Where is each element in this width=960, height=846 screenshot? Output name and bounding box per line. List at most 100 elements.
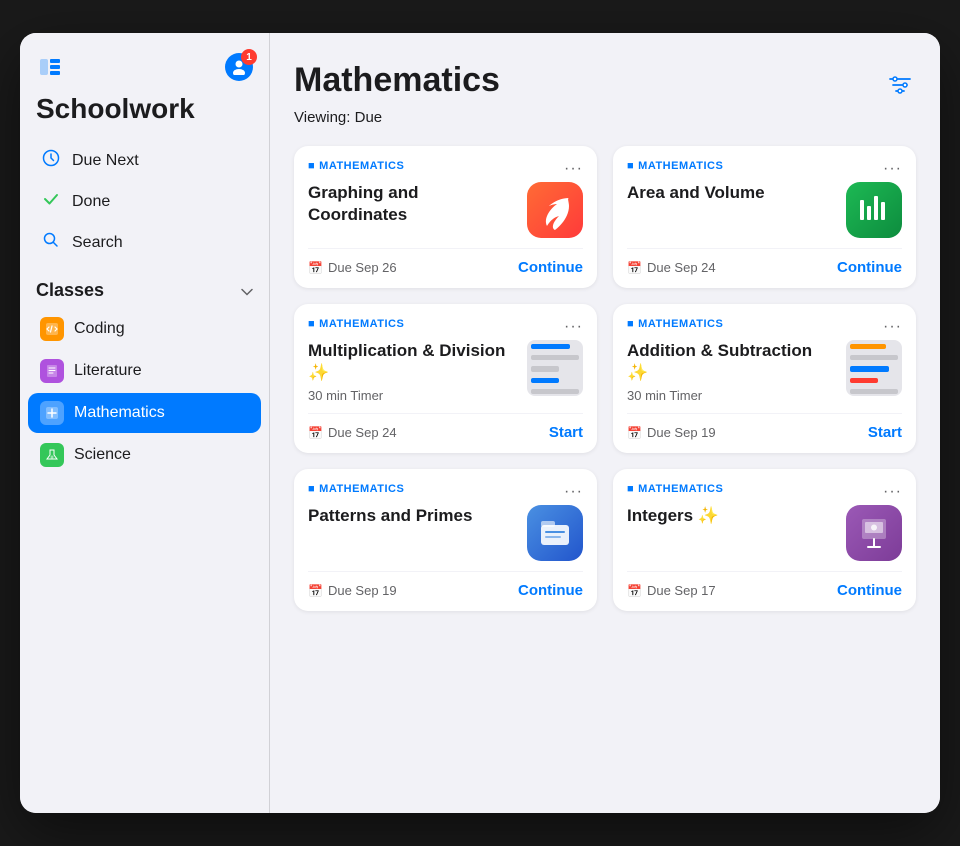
sidebar-item-coding[interactable]: Coding: [28, 309, 261, 349]
card-more-button[interactable]: ···: [564, 483, 583, 501]
card-info: Patterns and Primes: [308, 505, 517, 531]
thumbnail-line: [850, 366, 889, 371]
numbers-app-icon: [846, 182, 902, 238]
calendar-icon: 📅: [627, 261, 642, 275]
card-info: Multiplication & Division ✨ 30 min Timer: [308, 340, 517, 403]
filter-button[interactable]: [884, 69, 916, 101]
main-content: Mathematics Viewing: Due ■: [270, 33, 940, 813]
card-graphing-coordinates: ■ MATHEMATICS ··· Graphing and Coordinat…: [294, 146, 597, 288]
card-header: ■ MATHEMATICS ···: [308, 318, 583, 336]
calendar-icon: 📅: [308, 584, 323, 598]
card-info: Graphing and Coordinates: [308, 182, 517, 230]
calendar-icon: 📅: [308, 426, 323, 440]
mathematics-class-icon: [40, 401, 64, 425]
start-button[interactable]: Start: [549, 424, 583, 441]
card-subject-label: ■ MATHEMATICS: [308, 160, 404, 172]
sidebar-item-due-next[interactable]: Due Next: [28, 141, 261, 180]
science-label: Science: [74, 446, 131, 464]
cards-grid: ■ MATHEMATICS ··· Graphing and Coordinat…: [294, 146, 916, 611]
done-label: Done: [72, 193, 110, 211]
thumbnail-line: [531, 389, 579, 394]
due-date: 📅 Due Sep 19: [627, 425, 716, 440]
sidebar-item-done[interactable]: Done: [28, 182, 261, 221]
sidebar-nav: Due Next Done Search: [20, 141, 269, 264]
card-footer: 📅 Due Sep 17 Continue: [627, 571, 902, 599]
thumbnail-line: [531, 355, 579, 360]
card-body: Patterns and Primes: [308, 505, 583, 561]
thumbnail-line: [850, 378, 878, 383]
card-label-icon: ■: [627, 318, 634, 330]
start-button[interactable]: Start: [868, 424, 902, 441]
card-header: ■ MATHEMATICS ···: [627, 160, 902, 178]
sidebar-item-search[interactable]: Search: [28, 223, 261, 262]
card-title: Area and Volume: [627, 182, 836, 204]
card-footer: 📅 Due Sep 24 Start: [308, 413, 583, 441]
card-info: Area and Volume: [627, 182, 836, 208]
sidebar-toggle-button[interactable]: [36, 53, 64, 81]
notification-badge: 1: [241, 49, 257, 65]
card-footer: 📅 Due Sep 19 Start: [627, 413, 902, 441]
card-body: Graphing and Coordinates: [308, 182, 583, 238]
card-label-icon: ■: [627, 160, 634, 172]
coding-class-icon: [40, 317, 64, 341]
keynote-app-icon: [846, 505, 902, 561]
sidebar-item-literature[interactable]: Literature: [28, 351, 261, 391]
card-header: ■ MATHEMATICS ···: [627, 318, 902, 336]
card-subtitle: 30 min Timer: [308, 388, 517, 403]
thumbnail-line: [850, 355, 898, 360]
coding-label: Coding: [74, 320, 125, 338]
card-subtitle: 30 min Timer: [627, 388, 836, 403]
mathematics-label: Mathematics: [74, 404, 165, 422]
viewing-label: Viewing: Due: [294, 109, 916, 126]
card-footer: 📅 Due Sep 24 Continue: [627, 248, 902, 276]
card-more-button[interactable]: ···: [883, 160, 902, 178]
continue-button[interactable]: Continue: [837, 259, 902, 276]
card-label-icon: ■: [308, 483, 315, 495]
card-label-icon: ■: [308, 160, 315, 172]
app-window: 1 Schoolwork Due Next: [20, 33, 940, 813]
card-more-button[interactable]: ···: [564, 318, 583, 336]
card-thumbnail: [527, 340, 583, 396]
sidebar-header: 1: [20, 53, 269, 93]
literature-class-icon: [40, 359, 64, 383]
due-date: 📅 Due Sep 24: [627, 260, 716, 275]
card-more-button[interactable]: ···: [564, 160, 583, 178]
card-subject-label: ■ MATHEMATICS: [627, 318, 723, 330]
card-body: Addition & Subtraction ✨ 30 min Timer: [627, 340, 902, 403]
classes-chevron-icon[interactable]: [241, 283, 253, 299]
thumbnail-line: [850, 389, 898, 394]
card-header: ■ MATHEMATICS ···: [627, 483, 902, 501]
card-multiplication-division: ■ MATHEMATICS ··· Multiplication & Divis…: [294, 304, 597, 453]
continue-button[interactable]: Continue: [518, 259, 583, 276]
page-title: Mathematics: [294, 61, 500, 100]
search-icon: [40, 231, 62, 254]
sidebar-item-mathematics[interactable]: Mathematics: [28, 393, 261, 433]
classes-title: Classes: [36, 280, 104, 301]
card-title: Multiplication & Division ✨: [308, 340, 517, 384]
card-integers: ■ MATHEMATICS ··· Integers ✨: [613, 469, 916, 611]
card-addition-subtraction: ■ MATHEMATICS ··· Addition & Subtraction…: [613, 304, 916, 453]
due-date: 📅 Due Sep 26: [308, 260, 397, 275]
due-date: 📅 Due Sep 24: [308, 425, 397, 440]
continue-button[interactable]: Continue: [518, 582, 583, 599]
card-more-button[interactable]: ···: [883, 483, 902, 501]
card-body: Multiplication & Division ✨ 30 min Timer: [308, 340, 583, 403]
card-label-icon: ■: [308, 318, 315, 330]
sidebar-item-science[interactable]: Science: [28, 435, 261, 475]
calendar-icon: 📅: [627, 426, 642, 440]
literature-label: Literature: [74, 362, 142, 380]
main-header: Mathematics: [294, 61, 916, 101]
card-more-button[interactable]: ···: [883, 318, 902, 336]
card-footer: 📅 Due Sep 19 Continue: [308, 571, 583, 599]
card-label-icon: ■: [627, 483, 634, 495]
card-title: Integers ✨: [627, 505, 836, 527]
continue-button[interactable]: Continue: [837, 582, 902, 599]
card-title: Addition & Subtraction ✨: [627, 340, 836, 384]
card-patterns-primes: ■ MATHEMATICS ··· Patterns and Primes: [294, 469, 597, 611]
user-avatar[interactable]: 1: [225, 53, 253, 81]
card-body: Integers ✨: [627, 505, 902, 561]
search-label: Search: [72, 234, 123, 252]
thumbnail-line: [531, 344, 570, 349]
swift-app-icon: [527, 182, 583, 238]
card-info: Addition & Subtraction ✨ 30 min Timer: [627, 340, 836, 403]
